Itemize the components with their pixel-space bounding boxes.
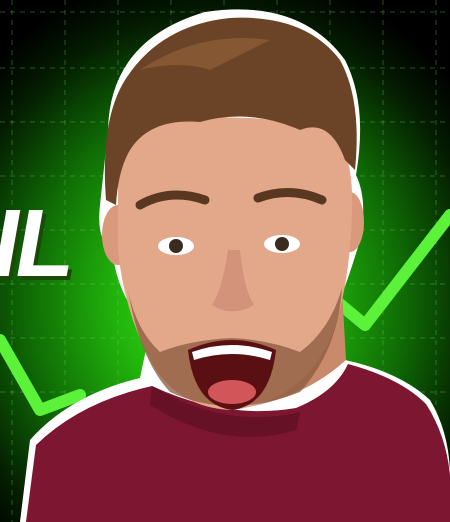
excited-man-portrait <box>20 9 450 522</box>
thumbnail-canvas: IL <box>0 0 450 522</box>
